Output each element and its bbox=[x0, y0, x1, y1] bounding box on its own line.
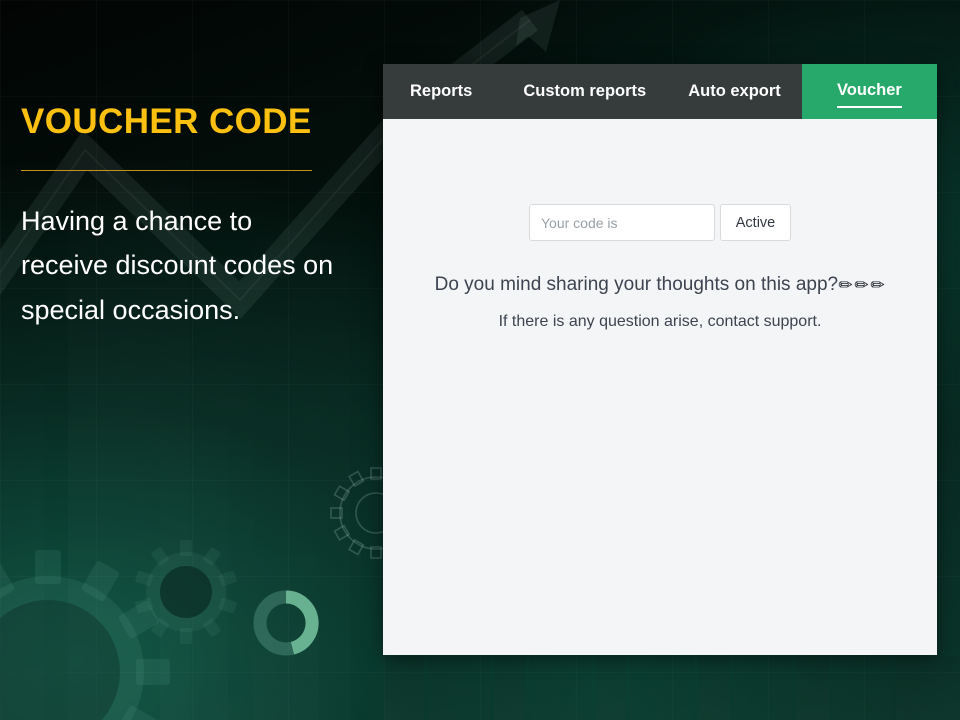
slide-body-text: Having a chance to receive discount code… bbox=[21, 205, 334, 325]
feedback-prompt-text: Do you mind sharing your thoughts on thi… bbox=[434, 274, 839, 295]
gear-icon-medium bbox=[135, 540, 237, 644]
background-bar bbox=[596, 656, 626, 720]
background-bar bbox=[896, 656, 960, 720]
background-bar bbox=[384, 656, 424, 720]
status-active-button[interactable]: Active bbox=[720, 204, 791, 241]
background-bar bbox=[253, 554, 319, 720]
feedback-prompt-row: Do you mind sharing your thoughts on thi… bbox=[383, 274, 937, 296]
pencil-icon[interactable]: ✏ bbox=[855, 276, 869, 294]
app-panel: Reports Custom reports Auto export Vouch… bbox=[383, 64, 937, 655]
voucher-code-input[interactable]: Your code is bbox=[529, 204, 715, 241]
title-divider bbox=[21, 169, 312, 171]
tab-custom-reports-label: Custom reports bbox=[523, 82, 647, 100]
donut-chart-icon bbox=[253, 590, 319, 656]
tab-auto-export[interactable]: Auto export bbox=[667, 64, 802, 119]
panel-body: Your code is Active Do you mind sharing … bbox=[383, 204, 937, 655]
background-bar bbox=[494, 656, 526, 720]
background-bar bbox=[734, 656, 792, 720]
slide-text-column: VOUCHER CODE Having a chance to receive … bbox=[21, 102, 361, 332]
voucher-code-row: Your code is Active bbox=[383, 204, 937, 241]
tab-custom-reports[interactable]: Custom reports bbox=[502, 64, 667, 119]
voucher-code-placeholder: Your code is bbox=[541, 214, 618, 231]
background-bar bbox=[834, 656, 892, 720]
tab-auto-export-label: Auto export bbox=[688, 82, 781, 100]
background-bar bbox=[530, 656, 592, 720]
background-bar bbox=[0, 380, 44, 720]
background-bar bbox=[796, 656, 830, 720]
tab-voucher[interactable]: Voucher bbox=[801, 64, 937, 119]
background-bar bbox=[630, 656, 694, 720]
pencil-icon[interactable]: ✏ bbox=[871, 276, 885, 294]
page-title: VOUCHER CODE bbox=[21, 102, 312, 141]
gear-icon-large bbox=[0, 550, 170, 720]
rating-pencils: ✏ ✏ ✏ bbox=[838, 276, 885, 294]
background-bar bbox=[428, 656, 490, 720]
tab-voucher-label: Voucher bbox=[837, 81, 902, 108]
navigation-bar: Reports Custom reports Auto export Vouch… bbox=[383, 64, 937, 119]
pencil-icon[interactable]: ✏ bbox=[838, 276, 852, 294]
tab-reports-label: Reports bbox=[410, 82, 473, 100]
background-bar bbox=[190, 280, 254, 720]
background-bar bbox=[160, 428, 228, 720]
slide-root: VOUCHER CODE Having a chance to receive … bbox=[0, 0, 960, 720]
support-note: If there is any question arise, contact … bbox=[498, 313, 822, 330]
background-bar bbox=[698, 656, 730, 720]
tab-reports[interactable]: Reports bbox=[383, 64, 502, 119]
